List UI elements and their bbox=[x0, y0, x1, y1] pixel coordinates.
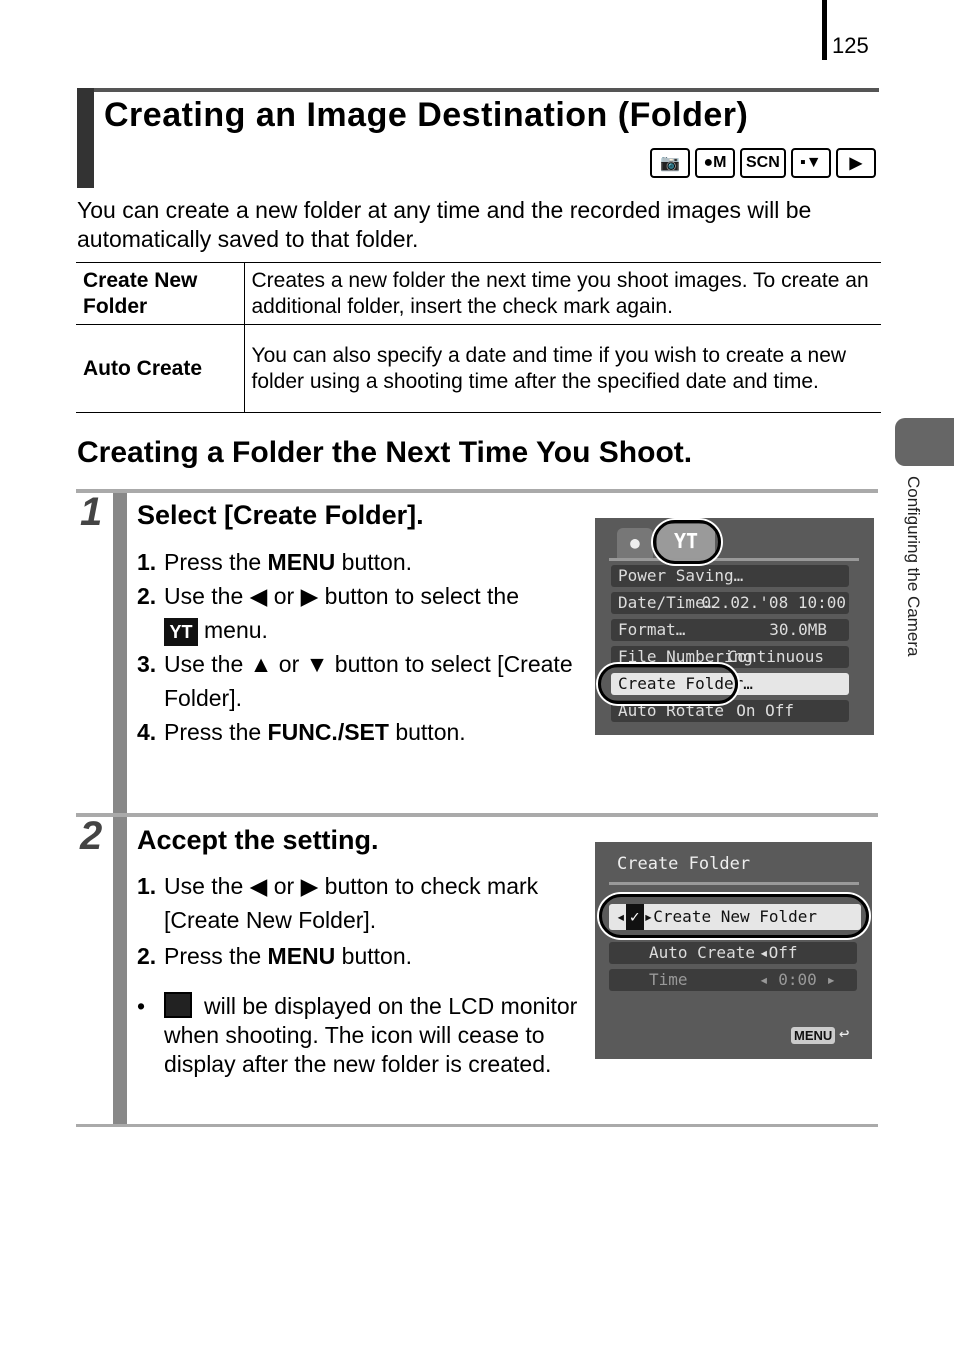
camera-icon: 📷 bbox=[650, 148, 690, 178]
item-number: 1. bbox=[137, 873, 157, 899]
item-number: 2. bbox=[137, 943, 157, 969]
note-text: will be displayed on the LCD monitor whe… bbox=[164, 992, 578, 1077]
table-row: Auto Create You can also specify a date … bbox=[76, 324, 881, 413]
menu-back-icon: MENU bbox=[791, 1027, 836, 1044]
table-row: Create New Folder Creates a new folder t… bbox=[76, 262, 881, 325]
step-heading: Accept the setting. bbox=[137, 825, 379, 855]
list-item: 3. Use the ▲ or ▼ button to select [Creat… bbox=[137, 647, 577, 715]
item-text: Use the ◀ or ▶ button to select the ΥΤ men… bbox=[164, 579, 519, 647]
lcd-screen-settings: ● ΥΤ Power Saving… Date/Time… 02.02.'08 1… bbox=[595, 518, 874, 735]
lcd-row: Format… 30.0MB bbox=[611, 619, 849, 641]
lcd-row: Date/Time… 02.02.'08 10:00 bbox=[611, 592, 849, 614]
lcd-screen-create-folder: Create Folder ◂ ✓ ▸Create New Folder Auto … bbox=[595, 842, 872, 1059]
bottom-rule bbox=[76, 1124, 878, 1127]
lcd-title: Create Folder bbox=[617, 854, 751, 874]
page-number: 125 bbox=[832, 33, 869, 58]
item-text: Use the ▲ or ▼ button to select [Create … bbox=[164, 651, 573, 711]
lcd-row-disabled: Time ◂ 0:00 ▸ bbox=[609, 969, 857, 991]
page-bar bbox=[822, 0, 827, 60]
lcd-row: Power Saving… bbox=[611, 565, 849, 587]
step-number: 1 bbox=[80, 490, 103, 534]
chapter-label: Configuring the Camera bbox=[904, 476, 923, 657]
lcd-row: Auto Create ◂Off bbox=[609, 942, 857, 964]
highlight-ring bbox=[599, 894, 869, 938]
description: You can also specify a date and time if … bbox=[244, 324, 881, 413]
new-folder-icon bbox=[164, 992, 192, 1018]
item-text: Use the ◀ or ▶ button to check mark [Cre… bbox=[164, 873, 539, 933]
mode-icons: 📷 ●M SCN ▪▼ ▶ bbox=[650, 148, 876, 178]
section-heading: Creating a Folder the Next Time You Shoo… bbox=[77, 436, 693, 469]
tab-line bbox=[609, 558, 859, 561]
step-2-list: 1. Use the ◀ or ▶ button to check mark [C… bbox=[137, 869, 557, 973]
definition-table: Create New Folder Creates a new folder t… bbox=[76, 262, 881, 413]
item-number: 2. bbox=[137, 583, 157, 609]
intro-text: You can create a new folder at any time … bbox=[77, 197, 812, 252]
title-line bbox=[609, 882, 859, 885]
note-bullet: • will be displayed on the LCD monitor w… bbox=[137, 992, 582, 1079]
list-item: 4. Press the FUNC./SET button. bbox=[137, 715, 577, 749]
term: Create New Folder bbox=[76, 262, 245, 325]
list-item: 1. Press the MENU button. bbox=[137, 545, 577, 579]
movie-icon: ▪▼ bbox=[790, 148, 831, 178]
scn-icon: SCN bbox=[740, 148, 786, 178]
list-item: 1. Use the ◀ or ▶ button to check mark [C… bbox=[137, 869, 557, 937]
item-number: 4. bbox=[137, 719, 157, 745]
chapter-tab bbox=[895, 418, 954, 466]
step-1-bar bbox=[113, 493, 127, 813]
bullet-dot: • bbox=[137, 993, 146, 1019]
item-text: Press the MENU button. bbox=[164, 943, 413, 969]
step-heading: Select [Create Folder]. bbox=[137, 500, 424, 530]
description: Creates a new folder the next time you s… bbox=[244, 262, 881, 325]
item-text: Press the MENU button. bbox=[164, 549, 413, 575]
item-number: 1. bbox=[137, 549, 157, 575]
settings-menu-icon: ΥΤ bbox=[164, 617, 198, 646]
item-number: 3. bbox=[137, 651, 157, 677]
step-1-list: 1. Press the MENU button. 2. Use the ◀ or … bbox=[137, 545, 577, 749]
title-accent bbox=[77, 88, 94, 188]
step-1-rule bbox=[76, 489, 878, 493]
camera-tab-icon: ● bbox=[617, 528, 653, 558]
highlight-ring bbox=[653, 520, 721, 564]
list-item: 2. Press the MENU button. bbox=[137, 939, 557, 973]
item-text: Press the FUNC./SET button. bbox=[164, 719, 466, 745]
list-item: 2. Use the ◀ or ▶ button to select the ΥΤ m… bbox=[137, 579, 577, 647]
return-arrow-icon: ↩ bbox=[839, 1024, 850, 1044]
playback-icon: ▶ bbox=[835, 148, 876, 178]
step-2-bar bbox=[113, 817, 127, 1124]
term: Auto Create bbox=[76, 324, 245, 413]
camera-m-icon: ●M bbox=[695, 148, 735, 178]
highlight-ring bbox=[598, 664, 738, 704]
step-2-rule bbox=[76, 813, 878, 817]
page-title: Creating an Image Destination (Folder) bbox=[104, 96, 749, 134]
step-number: 2 bbox=[80, 814, 103, 858]
